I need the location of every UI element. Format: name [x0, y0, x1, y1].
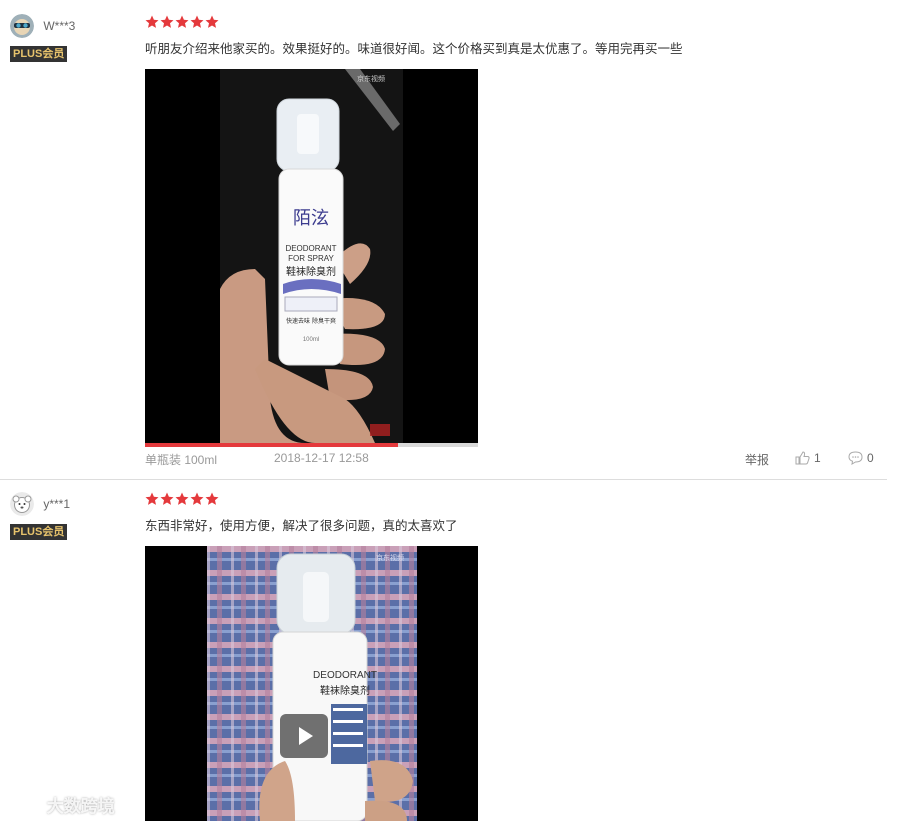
- product-name-text: 鞋袜除臭剂: [320, 684, 370, 697]
- thumbs-up-icon: [795, 451, 810, 465]
- product-name-text: 鞋袜除臭剂: [286, 265, 336, 278]
- video-progress-fill: [145, 443, 399, 447]
- reviewer-info: W***3 PLUS会员: [10, 14, 130, 62]
- product-sub-text: 快速去味 除臭干爽: [286, 317, 336, 325]
- star-icon: [160, 15, 174, 28]
- username: W***3: [43, 19, 76, 33]
- product-line2-text: FOR SPRAY: [288, 254, 334, 263]
- review-video[interactable]: 陌泫 DEODORANT FOR SPRAY 鞋袜除臭剂 快速去味 除臭干爽 1…: [145, 69, 478, 443]
- review-video[interactable]: DEODORANT 鞋袜除臭剂 京东视频: [145, 546, 478, 821]
- comment-icon: [848, 451, 863, 465]
- video-source-label: 京东视频: [357, 74, 385, 83]
- plus-member-badge: PLUS会员: [10, 46, 68, 62]
- product-brand-text: 陌泫: [293, 208, 329, 229]
- star-icon: [145, 492, 159, 505]
- review-text: 东西非常好，使用方便，解决了很多问题，真的太喜欢了: [145, 519, 458, 533]
- review-date: 2018-12-17 12:58: [274, 451, 369, 465]
- product-line1-text: DEODORANT: [285, 244, 336, 253]
- avatar[interactable]: [10, 14, 34, 38]
- watermark: 大数跨境: [8, 792, 115, 817]
- video-source-label: 京东视频: [376, 553, 404, 562]
- review-content: 听朋友介绍来他家买的。效果挺好的。味道很好闻。这个价格买到真是太优惠了。等用完再…: [145, 15, 683, 58]
- plus-member-badge: PLUS会员: [10, 524, 68, 540]
- review-content: 东西非常好，使用方便，解决了很多问题，真的太喜欢了: [145, 492, 458, 535]
- review-meta: 单瓶装 100ml 2018-12-17 12:58 举报 1 0: [145, 451, 885, 468]
- star-icon: [190, 492, 204, 505]
- review-item: W***3 PLUS会员 听朋友介绍来他家买的。效果挺好的。味道很好闻。这个价格…: [0, 0, 915, 480]
- play-icon: [299, 727, 313, 745]
- star-icon: [205, 492, 219, 505]
- product-line1-text: DEODORANT: [313, 670, 377, 681]
- star-icon: [190, 15, 204, 28]
- star-icon: [175, 15, 189, 28]
- star-icon: [175, 492, 189, 505]
- video-progress-bar[interactable]: [145, 443, 478, 447]
- username: y***1: [43, 497, 71, 511]
- rating-stars: [145, 15, 683, 29]
- star-icon: [160, 492, 174, 505]
- reply-button[interactable]: 0: [848, 451, 874, 465]
- like-button[interactable]: 1: [795, 451, 821, 465]
- reviewer-info: y***1 PLUS会员: [10, 492, 130, 540]
- product-spec: 单瓶装 100ml: [145, 453, 218, 467]
- like-count: 1: [814, 451, 821, 465]
- reply-count: 0: [867, 451, 874, 465]
- play-button[interactable]: [280, 714, 328, 758]
- review-text: 听朋友介绍来他家买的。效果挺好的。味道很好闻。这个价格买到真是太优惠了。等用完再…: [145, 42, 683, 56]
- star-icon: [205, 15, 219, 28]
- watermark-text: 大数跨境: [46, 797, 115, 816]
- star-icon: [145, 15, 159, 28]
- avatar[interactable]: [10, 492, 34, 516]
- product-volume-text: 100ml: [303, 337, 319, 343]
- report-link[interactable]: 举报: [745, 451, 769, 468]
- logo-icon: [8, 797, 38, 812]
- rating-stars: [145, 492, 458, 506]
